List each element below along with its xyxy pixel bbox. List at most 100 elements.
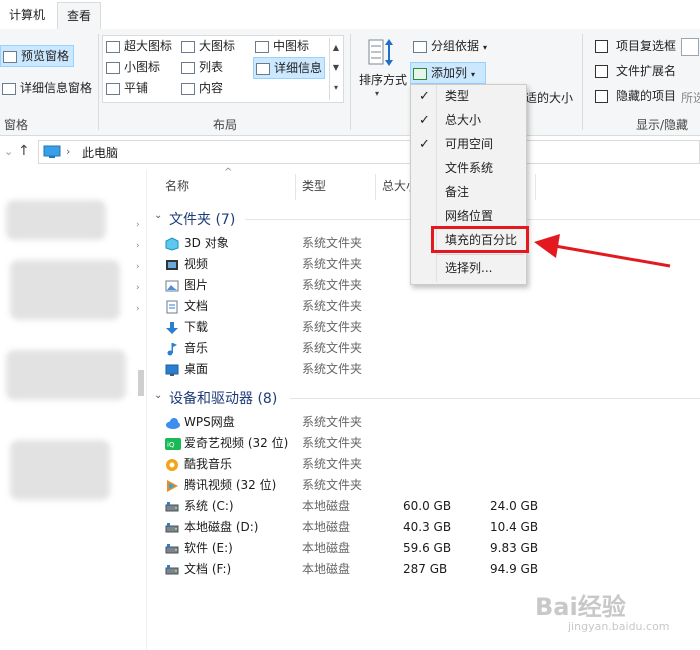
folder-row[interactable]: 桌面 xyxy=(165,359,208,380)
drive-type: 本地磁盘 xyxy=(302,499,351,513)
menu-item-column-option[interactable]: 网络位置 xyxy=(410,205,525,228)
drive-name: 本地磁盘 (D:) xyxy=(184,520,259,534)
nav-scrollbar[interactable] xyxy=(138,370,144,396)
group-header-drives[interactable]: 设备和驱动器 (8) xyxy=(169,388,277,408)
up-arrow-icon[interactable]: ↑ xyxy=(18,143,30,159)
checkmark-icon: ✓ xyxy=(419,89,430,104)
menu-separator xyxy=(437,254,524,255)
layout-details[interactable]: 详细信息 xyxy=(253,57,326,79)
drive-row[interactable]: 系统 (C:) xyxy=(165,496,234,517)
hidden-items-checkbox[interactable] xyxy=(595,90,608,103)
column-separator[interactable] xyxy=(535,174,536,200)
navigation-pane xyxy=(0,170,147,650)
folder-name: 下载 xyxy=(184,320,209,334)
menu-item-column-option[interactable]: 文件系统 xyxy=(410,157,525,180)
file-extensions-checkbox[interactable] xyxy=(595,65,608,78)
hidden-items-option[interactable]: 隐藏的项目 xyxy=(595,86,676,106)
3d-objects-icon xyxy=(165,236,179,251)
large-icons-icon xyxy=(181,40,195,53)
details-icon xyxy=(256,62,270,75)
column-separator[interactable] xyxy=(375,174,376,200)
nav-blurred-region xyxy=(10,440,110,500)
drive-icon xyxy=(165,500,179,514)
menu-item-column-option[interactable]: 备注 xyxy=(410,181,525,204)
drive-type: 本地磁盘 xyxy=(302,541,351,555)
hide-selected-icon xyxy=(681,38,699,56)
tencent-video-icon xyxy=(165,479,179,493)
drive-name: 爱奇艺视频 (32 位) xyxy=(184,436,289,450)
drive-row[interactable]: WPS网盘 xyxy=(165,412,235,433)
tab-computer[interactable]: 计算机 xyxy=(0,2,54,28)
fit-columns-button[interactable]: 适的大小 xyxy=(525,88,573,108)
folder-row[interactable]: 文档 xyxy=(165,296,208,317)
menu-item-label: 总大小 xyxy=(445,113,482,127)
drive-type: 本地磁盘 xyxy=(302,562,351,576)
chevron-down-icon[interactable]: ⌄ xyxy=(4,145,13,158)
add-columns-button[interactable]: 添加列 ▾ xyxy=(410,62,486,84)
menu-item-column-option[interactable]: ✓ 总大小 xyxy=(410,109,525,132)
drive-row[interactable]: iQ 爱奇艺视频 (32 位) xyxy=(165,433,288,454)
kuwo-icon xyxy=(165,458,179,472)
column-separator[interactable] xyxy=(295,174,296,200)
hide-selected-button[interactable]: 所选 xyxy=(681,88,700,108)
content-icon xyxy=(181,82,195,95)
layout-extra-large-icons[interactable]: 超大图标 xyxy=(106,36,172,56)
folder-row[interactable]: 视频 xyxy=(165,254,208,275)
folder-name: 图片 xyxy=(184,278,209,292)
drive-row[interactable]: 腾讯视频 (32 位) xyxy=(165,475,276,496)
menu-item-column-option[interactable]: ✓ 可用空间 xyxy=(410,133,525,156)
file-extensions-option[interactable]: 文件扩展名 xyxy=(595,61,676,81)
address-field[interactable] xyxy=(38,140,700,164)
drive-row[interactable]: 酷我音乐 xyxy=(165,454,232,475)
download-icon xyxy=(165,321,179,335)
collapse-chevron-icon[interactable]: ⌄ xyxy=(154,210,162,221)
layout-list[interactable]: 列表 xyxy=(181,57,223,77)
breadcrumb-location[interactable]: 此电脑 xyxy=(82,144,118,161)
nav-expand-arrows[interactable]: › › › › › xyxy=(136,215,140,320)
annotation-arrow xyxy=(534,234,671,268)
menu-item-label: 网络位置 xyxy=(445,209,494,223)
drive-name: 腾讯视频 (32 位) xyxy=(184,478,277,492)
drive-row[interactable]: 文档 (F:) xyxy=(165,559,231,580)
column-header-name[interactable]: 名称 xyxy=(165,172,189,200)
item-checkboxes-checkbox[interactable] xyxy=(595,40,608,53)
checkmark-icon: ✓ xyxy=(419,137,430,152)
folder-name: 桌面 xyxy=(184,362,209,376)
drive-total-size: 287 GB xyxy=(403,562,448,576)
watermark-logo: Bai经验 xyxy=(535,593,626,621)
video-icon xyxy=(165,258,179,272)
drive-row[interactable]: 软件 (E:) xyxy=(165,538,233,559)
menu-item-label: 文件系统 xyxy=(445,161,494,175)
preview-pane-button[interactable]: 预览窗格 xyxy=(0,45,75,67)
chevron-down-icon: ▾ xyxy=(471,70,476,79)
folder-row[interactable]: 3D 对象 xyxy=(165,233,229,254)
layout-large-icons[interactable]: 大图标 xyxy=(181,36,235,56)
drive-name: 文档 (F:) xyxy=(184,562,232,576)
layout-tiles[interactable]: 平铺 xyxy=(106,78,148,98)
menu-item-choose-columns[interactable]: 选择列... xyxy=(410,257,525,280)
layout-content[interactable]: 内容 xyxy=(181,78,223,98)
folder-row[interactable]: 音乐 xyxy=(165,338,208,359)
ribbon-divider xyxy=(98,34,99,130)
drive-row[interactable]: 本地磁盘 (D:) xyxy=(165,517,258,538)
drive-type: 系统文件夹 xyxy=(302,415,363,429)
collapse-chevron-icon[interactable]: ⌄ xyxy=(154,390,162,401)
column-header-type[interactable]: 类型 xyxy=(302,172,326,200)
drive-free-space: 24.0 GB xyxy=(490,499,539,513)
documents-icon xyxy=(165,300,179,314)
sort-by-button[interactable]: 排序方式 xyxy=(359,70,407,90)
drive-icon xyxy=(165,542,179,556)
music-icon xyxy=(165,342,179,356)
layout-small-icons[interactable]: 小图标 xyxy=(106,57,160,77)
folder-row[interactable]: 图片 xyxy=(165,275,208,296)
menu-item-column-option[interactable]: ✓ 类型 xyxy=(410,85,525,108)
layout-gallery-scroll[interactable]: ▲ ▼ ▾ xyxy=(329,38,342,100)
details-pane-button[interactable]: 详细信息窗格 xyxy=(2,78,92,98)
group-by-button[interactable]: 分组依据 ▾ xyxy=(413,36,487,56)
layout-medium-icons[interactable]: 中图标 xyxy=(255,36,309,56)
folder-row[interactable]: 下载 xyxy=(165,317,208,338)
folder-type: 系统文件夹 xyxy=(302,341,363,355)
item-checkboxes-option[interactable]: 项目复选框 xyxy=(595,36,676,56)
tab-view[interactable]: 查看 xyxy=(57,2,102,30)
group-header-folders[interactable]: 文件夹 (7) xyxy=(169,209,235,229)
